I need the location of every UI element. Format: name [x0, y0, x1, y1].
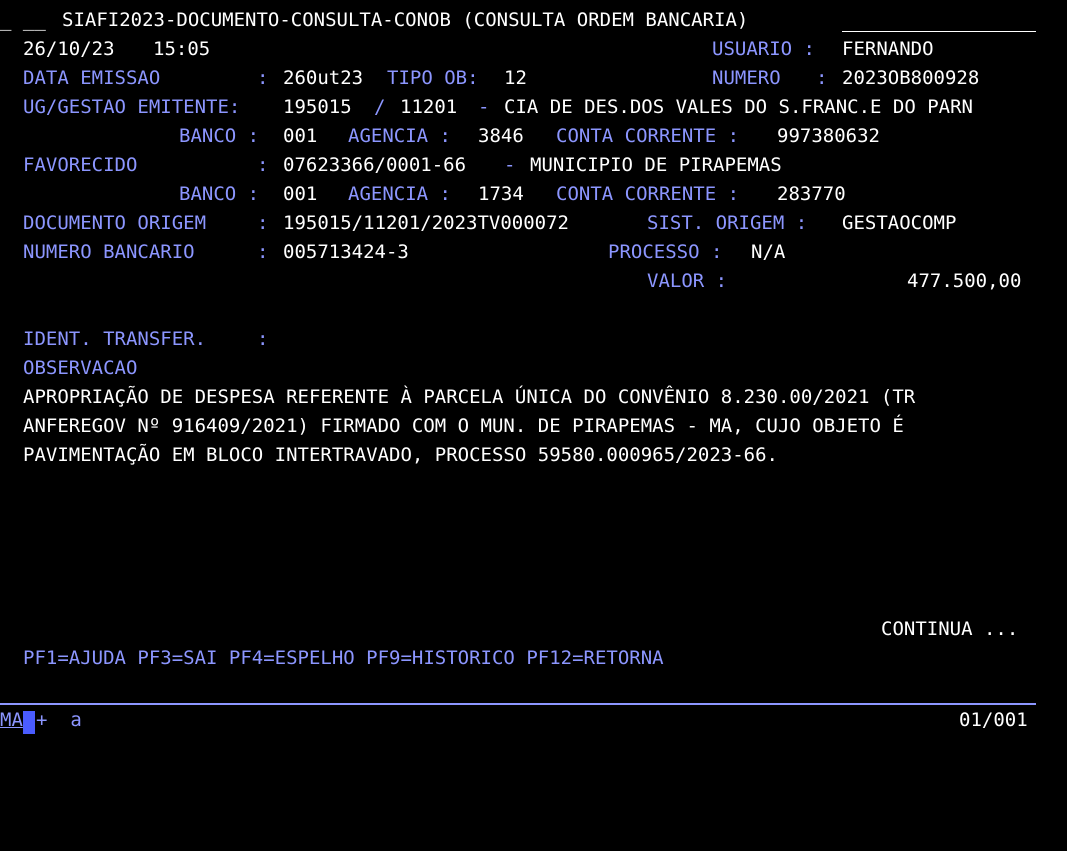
pf-keys-legend: PF1=AJUDA PF3=SAI PF4=ESPELHO PF9=HISTOR… [23, 647, 664, 669]
favorecido-banco-row: BANCO : 001 AGENCIA : 1734 CONTA CORRENT… [0, 180, 846, 209]
ident-transfer-label: IDENT. TRANSFER. [23, 328, 207, 350]
fav-conta-value: 283770 [777, 183, 846, 205]
fav-conta-label: CONTA CORRENTE : [556, 183, 740, 205]
numero-value: 2023OB800928 [842, 67, 980, 89]
emitente-banco-label: BANCO : [179, 125, 260, 147]
observacao-label: OBSERVACAO [23, 357, 138, 379]
num-bancario-colon: : [257, 241, 269, 263]
doc-origem-colon: : [257, 212, 269, 234]
observacao-line: ANFEREGOV Nº 916409/2021) FIRMADO COM O … [0, 412, 904, 441]
header-row: 26/10/23 15:05 USUARIO : FERNANDO [0, 35, 934, 64]
num-bancario-value: 005713424-3 [283, 241, 409, 263]
observacao-line: APROPRIAÇÃO DE DESPESA REFERENTE À PARCE… [0, 383, 915, 412]
fav-agencia-value: 1734 [478, 183, 524, 205]
favorecido-row: FAVORECIDO : 07623366/0001-66 - MUNICIPI… [0, 151, 782, 180]
observacao-line: PAVIMENTAÇÃO EM BLOCO INTERTRAVADO, PROC… [0, 441, 778, 470]
valor-label: VALOR : [647, 270, 728, 292]
continua-indicator: CONTINUA ... [881, 618, 1019, 640]
ident-transfer-row: IDENT. TRANSFER. : [0, 325, 268, 354]
doc-origem-row: DOCUMENTO ORIGEM : 195015/11201/2023TV00… [0, 209, 956, 238]
numero-label: NUMERO [712, 67, 781, 89]
usuario-value: FERNANDO [842, 38, 934, 60]
pf-keys-row: PF1=AJUDA PF3=SAI PF4=ESPELHO PF9=HISTOR… [0, 644, 664, 673]
ug-value: 195015 [283, 96, 352, 118]
favorecido-colon: : [257, 154, 269, 176]
fav-banco-label: BANCO : [179, 183, 260, 205]
numero-colon: : [816, 67, 828, 89]
data-emissao-row: DATA EMISSAO : 260ut23 TIPO OB: 12 NUMER… [0, 64, 979, 93]
processo-value: N/A [751, 241, 786, 263]
command-row: MA + a 01/001 [0, 706, 1028, 735]
ug-gestao-label: UG/GESTAO EMITENTE: [23, 96, 241, 118]
valor-value: 477.500,00 [907, 270, 1022, 292]
doc-origem-label: DOCUMENTO ORIGEM [23, 212, 207, 234]
data-emissao-label: DATA EMISSAO [23, 67, 161, 89]
emitente-agencia-label: AGENCIA : [348, 125, 451, 147]
fav-banco-value: 001 [283, 183, 318, 205]
fav-agencia-label: AGENCIA : [348, 183, 451, 205]
doc-origem-value: 195015/11201/2023TV000072 [283, 212, 569, 234]
observacao-label-row: OBSERVACAO [0, 354, 137, 383]
emitente-banco-value: 001 [283, 125, 318, 147]
page-indicator: 01/001 [959, 709, 1028, 731]
command-input[interactable]: + a [36, 706, 82, 735]
observacao-text-line-1: APROPRIAÇÃO DE DESPESA REFERENTE À PARCE… [23, 386, 916, 408]
page-title: SIAFI2023-DOCUMENTO-CONSULTA-CONOB (CONS… [62, 9, 749, 31]
favorecido-dash: - [504, 154, 516, 176]
continua-row: CONTINUA ... [0, 615, 1018, 644]
text-cursor[interactable] [23, 711, 35, 734]
emitente-agencia-value: 3846 [478, 125, 524, 147]
favorecido-nome: MUNICIPIO DE PIRAPEMAS [530, 154, 782, 176]
observacao-text-line-3: PAVIMENTAÇÃO EM BLOCO INTERTRAVADO, PROC… [23, 444, 778, 466]
sist-origem-label: SIST. ORIGEM : [647, 212, 808, 234]
sist-origem-value: GESTAOCOMP [842, 212, 957, 234]
num-bancario-label: NUMERO BANCARIO [23, 241, 195, 263]
ident-transfer-colon: : [257, 328, 269, 350]
data-emissao-value: 260ut23 [283, 67, 364, 89]
ug-nome: CIA DE DES.DOS VALES DO S.FRANC.E DO PAR… [504, 96, 973, 118]
gestao-value: 11201 [400, 96, 458, 118]
current-date: 26/10/23 [23, 38, 115, 60]
emitente-banco-row: BANCO : 001 AGENCIA : 3846 CONTA CORRENT… [0, 122, 880, 151]
current-time: 15:05 [153, 38, 211, 60]
processo-label: PROCESSO : [608, 241, 723, 263]
favorecido-cnpj: 07623366/0001-66 [283, 154, 467, 176]
observacao-text-line-2: ANFEREGOV Nº 916409/2021) FIRMADO COM O … [23, 415, 904, 437]
num-bancario-row: NUMERO BANCARIO : 005713424-3 PROCESSO :… [0, 238, 785, 267]
usuario-label: USUARIO : [712, 38, 815, 60]
command-divider [0, 703, 1036, 705]
valor-row: VALOR : 477.500,00 [0, 267, 1021, 296]
ug-slash: / [374, 96, 386, 118]
emitente-conta-value: 997380632 [777, 125, 880, 147]
data-emissao-colon: : [257, 67, 269, 89]
command-prefix: MA [0, 709, 23, 731]
title-underline [842, 31, 1036, 32]
ug-gestao-row: UG/GESTAO EMITENTE: 195015 / 11201 - CIA… [0, 93, 973, 122]
emitente-conta-label: CONTA CORRENTE : [556, 125, 740, 147]
tipo-ob-value: 12 [504, 67, 527, 89]
tipo-ob-label: TIPO OB: [387, 67, 479, 89]
title-row: _ __ SIAFI2023-DOCUMENTO-CONSULTA-CONOB … [0, 6, 1036, 35]
favorecido-label: FAVORECIDO [23, 154, 138, 176]
title-prefix: _ __ [0, 9, 46, 31]
ug-dash: - [478, 96, 490, 118]
